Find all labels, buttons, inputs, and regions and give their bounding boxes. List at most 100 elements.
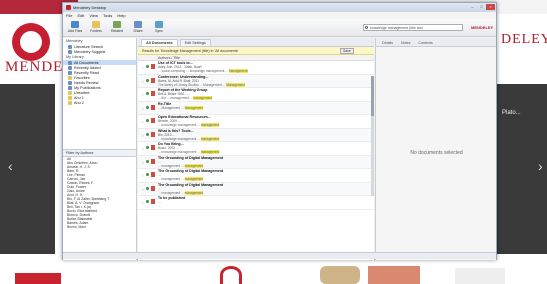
pdf-icon[interactable]	[151, 158, 155, 164]
brand-left-text: MENDE	[5, 59, 64, 75]
pdf-icon[interactable]	[151, 172, 155, 177]
star-icon[interactable]: ☆	[141, 92, 145, 97]
pdf-icon[interactable]	[151, 118, 155, 123]
sidebar-item-label: Ahu 1	[74, 95, 84, 100]
star-icon[interactable]: ☆	[141, 200, 145, 205]
related-label: Related	[110, 29, 124, 33]
star-icon[interactable]: ☆	[141, 65, 145, 70]
table-row[interactable]: ☆ What is this? Tools... Bin, 2010 ...... …	[138, 128, 374, 142]
document-snippet: ... knowledge management ... management	[158, 123, 220, 128]
search-input[interactable]: knowledge management (title and	[363, 24, 463, 31]
add-files-label: Add Files	[67, 29, 83, 33]
menu-help[interactable]: Help	[117, 13, 125, 18]
pdf-icon[interactable]	[151, 104, 155, 110]
table-row[interactable]: ☆ Do You Bring... Bocio, 2003 ...... knowl…	[138, 142, 374, 156]
search-icon	[68, 44, 72, 49]
footer-image-1[interactable]	[15, 273, 61, 284]
star-icon[interactable]: ☆	[141, 106, 145, 111]
menu-view[interactable]: View	[89, 13, 98, 18]
table-row[interactable]: ☆ The Grounding of Digital Management....…	[138, 182, 374, 196]
star-icon[interactable]: ☆	[141, 79, 145, 84]
star-icon[interactable]: ☆	[141, 133, 145, 138]
star-icon[interactable]: ☆	[141, 146, 145, 151]
carousel-prev-icon[interactable]: ‹	[8, 158, 13, 174]
footer-image-4[interactable]	[368, 266, 420, 284]
star-icon	[68, 75, 72, 80]
tab-contents[interactable]: Contents	[415, 40, 435, 46]
sync-button[interactable]: Sync	[150, 21, 168, 33]
table-row[interactable]: ☆ Report of the Working Group Bell A. Brak…	[138, 88, 374, 102]
author-item[interactable]: Bezon, Maxi	[63, 225, 136, 229]
document-snippet: ... social computing ... knowledge manag…	[158, 69, 248, 74]
pdf-icon[interactable]	[151, 131, 155, 137]
tab-edit-settings[interactable]: Edit Settings	[179, 39, 211, 46]
tab-details[interactable]: Details	[379, 40, 396, 46]
table-row[interactable]: ☆ To be published......	[138, 196, 374, 210]
table-row[interactable]: ☆ Conference: Understanding... Bares, M. A…	[138, 74, 374, 88]
table-row[interactable]: ☆ The Grounding of Digital Management....…	[138, 155, 374, 169]
table-row[interactable]: ☆ Re-Title... Management ... Management	[138, 101, 374, 115]
read-status-icon	[146, 159, 149, 163]
star-icon[interactable]: ☆	[141, 119, 145, 124]
document-snippet: ... management ... management	[158, 177, 204, 182]
read-status-icon	[146, 92, 149, 95]
folder-icon	[68, 100, 72, 105]
scrollbar-thumb[interactable]	[371, 76, 374, 116]
share-icon	[134, 21, 142, 28]
clock-icon	[68, 65, 72, 70]
tab-notes[interactable]: Notes	[398, 40, 413, 46]
document-snippet: ... knowledge management ... management	[158, 136, 220, 141]
folders-label: Folders	[90, 29, 102, 33]
menu-tools[interactable]: Tools	[103, 13, 112, 18]
no-document-message: No documents selected	[410, 150, 463, 156]
folders-button[interactable]: Folders	[87, 21, 105, 33]
highlight: management	[200, 123, 220, 128]
filter-panel: Filter by Authors All Abu Omleben, Abou …	[63, 149, 137, 260]
pdf-icon[interactable]	[151, 64, 155, 69]
read-status-icon	[146, 186, 149, 190]
related-button[interactable]: Related	[108, 21, 126, 33]
save-search-button[interactable]: Save	[340, 48, 354, 54]
pdf-icon[interactable]	[151, 199, 155, 204]
menu-edit[interactable]: Edit	[77, 13, 84, 18]
footer-image-2[interactable]	[220, 266, 242, 284]
mendeley-logo-inner	[20, 31, 42, 53]
table-row[interactable]: ☆ The Grounding of Digital Management....…	[138, 169, 374, 183]
star-icon[interactable]: ☆	[141, 160, 145, 165]
document-list: ☆ Use of ICT tools to... Adey, Ann, 2012 -…	[138, 61, 374, 210]
read-status-icon	[146, 132, 149, 136]
folder-icon	[92, 21, 100, 28]
maximize-icon[interactable]: □	[477, 4, 486, 10]
mendeley-wordmark: MENDELEY	[471, 25, 494, 30]
star-icon[interactable]: ☆	[141, 187, 145, 192]
pdf-icon[interactable]	[151, 185, 155, 191]
highlight: Management	[184, 105, 204, 110]
footer-image-5[interactable]	[455, 268, 505, 284]
minimize-icon[interactable]: –	[468, 4, 477, 10]
footer-image-3[interactable]	[320, 266, 360, 284]
suggest-icon	[68, 49, 72, 54]
tab-all-documents[interactable]: All Documents	[141, 39, 178, 46]
share-button[interactable]: Share	[129, 21, 147, 33]
carousel-next-icon[interactable]: ›	[538, 158, 543, 174]
pdf-icon[interactable]	[151, 145, 155, 150]
window-title: Mendeley Desktop	[73, 5, 107, 10]
folder-icon	[68, 90, 72, 95]
pdf-icon[interactable]	[151, 77, 155, 83]
close-icon[interactable]: ×	[486, 4, 495, 10]
star-icon[interactable]: ☆	[141, 173, 145, 178]
document-snippet: ... management ... management	[158, 163, 204, 168]
sidebar-item-label: Ahu 2	[74, 100, 84, 105]
pdf-icon[interactable]	[151, 91, 155, 96]
highlight: Management	[226, 82, 245, 87]
add-files-button[interactable]: Add Files	[66, 21, 84, 33]
sidebar-item-folder-2[interactable]: Ahu 2	[63, 100, 136, 105]
filter-title[interactable]: Filter by Authors	[63, 150, 136, 157]
table-row[interactable]: ☆ Use of ICT tools to... Adey, Ann, 2012 -…	[138, 61, 374, 75]
menu-file[interactable]: File	[66, 13, 72, 18]
highlight: management	[184, 190, 204, 195]
highlight: management	[200, 136, 220, 141]
document-snippet: The library of Library Studies ... Manag…	[158, 82, 245, 87]
sidebar-item-label: Recently Read	[74, 70, 99, 75]
table-row[interactable]: ☆ Open Educational Resources... Bender, 20…	[138, 115, 374, 129]
